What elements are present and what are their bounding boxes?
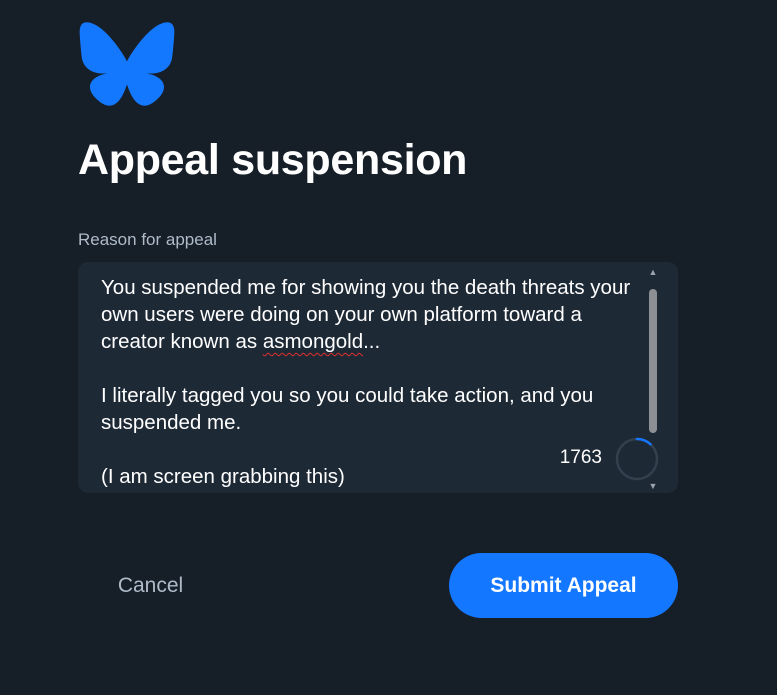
misspelled-word[interactable]: asmongold (263, 330, 363, 353)
appeal-dialog: Appeal suspension Reason for appeal You … (0, 0, 777, 695)
scroll-up-icon[interactable]: ▲ (648, 268, 658, 277)
field-label: Reason for appeal (78, 230, 217, 249)
page-title: Appeal suspension (78, 136, 468, 184)
remaining-characters: 1763 (553, 447, 602, 469)
butterfly-icon (79, 22, 175, 106)
cancel-button[interactable]: Cancel (78, 553, 223, 618)
submit-appeal-button[interactable]: Submit Appeal (449, 553, 678, 618)
scroll-down-icon[interactable]: ▼ (648, 482, 658, 491)
scrollbar-thumb[interactable] (649, 289, 657, 433)
paragraph-1-ellipsis: ... (363, 330, 381, 353)
character-progress-ring (615, 437, 659, 481)
paragraph-1: You suspended me for showing you the dea… (101, 274, 646, 355)
appeal-reason-textarea[interactable]: You suspended me for showing you the dea… (78, 262, 678, 493)
paragraph-2: I literally tagged you so you could take… (101, 384, 594, 434)
